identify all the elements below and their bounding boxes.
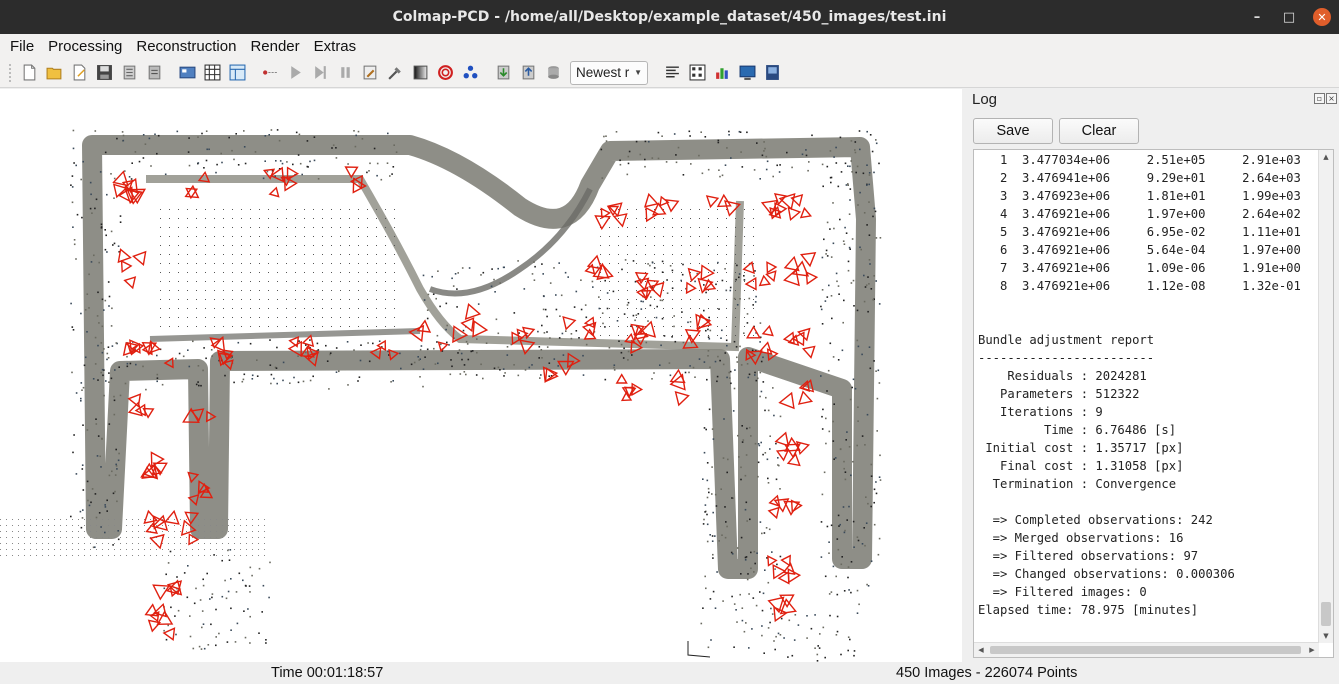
step-icon[interactable] xyxy=(310,62,332,84)
axis-icon xyxy=(687,641,711,658)
save-project-icon[interactable] xyxy=(94,62,116,84)
scroll-right-icon[interactable]: ▶ xyxy=(1305,643,1319,657)
close-icon: ✕ xyxy=(1313,8,1331,26)
log-icon[interactable] xyxy=(662,62,684,84)
log-line: Residuals : 2024281 xyxy=(978,369,1147,383)
contrast-icon[interactable] xyxy=(410,62,432,84)
log-line: 1 3.477034e+06 2.51e+05 2.91e+03 xyxy=(978,153,1301,167)
menu-render[interactable]: Render xyxy=(243,38,306,55)
log-line: => Filtered observations: 97 xyxy=(978,549,1199,563)
log-panel-title: Log xyxy=(972,91,998,108)
menu-bar: File Processing Reconstruction Render Ex… xyxy=(0,34,1339,58)
save-image-icon[interactable] xyxy=(762,62,784,84)
log-line: Elapsed time: 78.975 [minutes] xyxy=(978,603,1199,617)
menu-file[interactable]: File xyxy=(3,38,41,55)
target-icon[interactable] xyxy=(435,62,457,84)
import-model-icon[interactable] xyxy=(493,62,515,84)
elapsed-time-status: Time 00:01:18:57 xyxy=(271,665,384,681)
point-cloud-canvas[interactable] xyxy=(0,89,962,662)
reconstruction-select[interactable]: Newest r ▼ xyxy=(570,60,648,85)
log-horizontal-scrollbar[interactable]: ◀ ▶ xyxy=(974,642,1319,657)
log-line: 3 3.476923e+06 1.81e+01 1.99e+03 xyxy=(978,189,1301,203)
database-icon[interactable] xyxy=(543,62,565,84)
pause-icon[interactable] xyxy=(335,62,357,84)
maximize-button[interactable]: □ xyxy=(1273,0,1305,34)
reconstruction-select-value: Newest r xyxy=(576,65,630,80)
export-icon[interactable] xyxy=(144,62,166,84)
log-line: Time : 6.76486 [s] xyxy=(978,423,1177,437)
table-icon[interactable] xyxy=(227,62,249,84)
log-line: 7 3.476921e+06 1.09e-06 1.91e+00 xyxy=(978,261,1301,275)
log-line: ------------------------ xyxy=(978,351,1155,365)
start-reconstruction-icon[interactable] xyxy=(260,62,282,84)
log-line: => Changed observations: 0.000306 xyxy=(978,567,1235,581)
scroll-down-icon[interactable]: ▼ xyxy=(1319,629,1333,643)
model-viewer[interactable] xyxy=(0,89,962,662)
clusters-icon[interactable] xyxy=(460,62,482,84)
chevron-down-icon: ▼ xyxy=(634,68,642,77)
scroll-thumb-horizontal[interactable] xyxy=(990,646,1301,654)
minimize-button[interactable]: – xyxy=(1241,0,1273,34)
log-line: 2 3.476941e+06 9.29e+01 2.64e+03 xyxy=(978,171,1301,185)
new-project-icon[interactable] xyxy=(19,62,41,84)
log-line: Final cost : 1.31058 [px] xyxy=(978,459,1184,473)
menu-processing[interactable]: Processing xyxy=(41,38,129,55)
pipeline-icon[interactable] xyxy=(360,62,382,84)
close-panel-icon[interactable]: × xyxy=(1326,93,1337,104)
log-text: 1 3.477034e+06 2.51e+05 2.91e+03 2 3.476… xyxy=(978,151,1316,643)
play-icon[interactable] xyxy=(285,62,307,84)
log-line: 8 3.476921e+06 1.12e-08 1.32e-01 xyxy=(978,279,1301,293)
log-output[interactable]: 1 3.477034e+06 2.51e+05 2.91e+03 2 3.476… xyxy=(973,149,1334,658)
title-bar: Colmap-PCD - /home/all/Desktop/example_d… xyxy=(0,0,1339,34)
save-log-button[interactable]: Save xyxy=(973,118,1053,144)
log-line: 6 3.476921e+06 5.64e-04 1.97e+00 xyxy=(978,243,1301,257)
toolbar: Newest r ▼ xyxy=(0,58,1339,88)
log-line: Bundle adjustment report xyxy=(978,333,1155,347)
menu-extras[interactable]: Extras xyxy=(307,38,364,55)
log-line: Iterations : 9 xyxy=(978,405,1103,419)
log-line: Termination : Convergence xyxy=(978,477,1177,491)
edit-project-icon[interactable] xyxy=(69,62,91,84)
window-controls: – □ ✕ xyxy=(1241,0,1339,34)
log-panel: Log ▫ × Save Clear 1 3.477034e+06 2.51e+… xyxy=(966,89,1339,662)
import-icon[interactable] xyxy=(119,62,141,84)
grid-icon[interactable] xyxy=(202,62,224,84)
scroll-left-icon[interactable]: ◀ xyxy=(974,643,988,657)
export-model-icon[interactable] xyxy=(518,62,540,84)
statistics-icon[interactable] xyxy=(712,62,734,84)
log-line: => Merged observations: 16 xyxy=(978,531,1184,545)
tools-icon[interactable] xyxy=(385,62,407,84)
toolbar-grip[interactable] xyxy=(8,62,12,83)
log-line: Initial cost : 1.35717 [px] xyxy=(978,441,1184,455)
camera-view-icon[interactable] xyxy=(177,62,199,84)
log-vertical-scrollbar[interactable]: ▲ ▼ xyxy=(1318,150,1333,643)
float-panel-icon[interactable]: ▫ xyxy=(1314,93,1325,104)
log-line: 5 3.476921e+06 6.95e-02 1.11e+01 xyxy=(978,225,1301,239)
model-summary-status: 450 Images - 226074 Points xyxy=(896,665,1078,681)
scroll-up-icon[interactable]: ▲ xyxy=(1319,150,1333,164)
log-line: 4 3.476921e+06 1.97e+00 2.64e+02 xyxy=(978,207,1301,221)
open-project-icon[interactable] xyxy=(44,62,66,84)
status-bar: Time 00:01:18:57 450 Images - 226074 Poi… xyxy=(0,662,1339,684)
log-line: => Filtered images: 0 xyxy=(978,585,1147,599)
log-line: Parameters : 512322 xyxy=(978,387,1140,401)
display-icon[interactable] xyxy=(737,62,759,84)
match-matrix-icon[interactable] xyxy=(687,62,709,84)
window-title: Colmap-PCD - /home/all/Desktop/example_d… xyxy=(392,9,947,25)
menu-reconstruction[interactable]: Reconstruction xyxy=(129,38,243,55)
clear-log-button[interactable]: Clear xyxy=(1059,118,1139,144)
log-line: => Completed observations: 242 xyxy=(978,513,1213,527)
dock-controls: ▫ × xyxy=(1314,93,1337,104)
scroll-thumb[interactable] xyxy=(1321,602,1331,626)
close-button[interactable]: ✕ xyxy=(1305,0,1339,34)
